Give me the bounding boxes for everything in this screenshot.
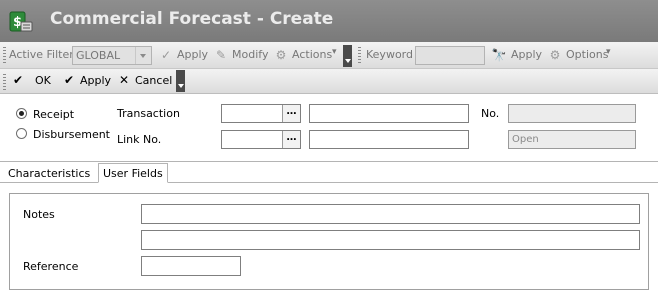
ok-check-icon: ✔ — [13, 73, 24, 87]
keyword-apply-button[interactable]: Apply — [511, 48, 542, 61]
cancel-x-icon: ✕ — [119, 73, 130, 87]
filter-toolbar: Active Filter GLOBAL ✓ Apply ✎ Modify ⚙ … — [0, 42, 658, 69]
filter-apply-icon: ✓ — [160, 48, 172, 62]
options-gear-icon: ⚙ — [549, 48, 561, 62]
toolbar-grip[interactable] — [3, 47, 6, 63]
disbursement-label: Disbursement — [33, 128, 110, 141]
transaction-label: Transaction — [117, 107, 180, 120]
no-label: No. — [481, 107, 500, 120]
actions-toolbar: ✔ OK ✔ Apply ✕ Cancel — [0, 69, 658, 94]
notes-label: Notes — [23, 208, 55, 221]
tab-user-fields[interactable]: User Fields — [98, 163, 168, 183]
number-field — [508, 104, 636, 123]
active-filter-value: GLOBAL — [76, 49, 121, 62]
options-chevron-icon: ▾ — [606, 47, 611, 57]
toolbar-overflow-button[interactable] — [176, 70, 185, 92]
toolbar-grip[interactable] — [358, 47, 361, 63]
options-menu-button[interactable]: Options — [566, 48, 608, 61]
active-filter-select[interactable]: GLOBAL — [72, 46, 152, 65]
disbursement-radio[interactable] — [16, 128, 27, 139]
reference-label: Reference — [23, 260, 79, 273]
ellipsis-lookup-button[interactable]: … — [282, 105, 300, 122]
chevron-down-icon — [135, 47, 151, 64]
modify-button[interactable]: Modify — [232, 48, 268, 61]
apply-button[interactable]: Apply — [80, 74, 111, 87]
link-no-label: Link No. — [117, 133, 162, 146]
transaction-description-input[interactable] — [309, 104, 469, 123]
binoculars-icon: 🔭 — [491, 48, 507, 62]
link-no-input[interactable]: … — [221, 130, 301, 149]
transaction-code-input[interactable]: … — [221, 104, 301, 123]
actions-chevron-icon: ▾ — [332, 47, 337, 57]
notes-input-line-1[interactable] — [141, 204, 640, 224]
keyword-input[interactable] — [415, 46, 485, 65]
filter-apply-button[interactable]: Apply — [177, 48, 208, 61]
title-bar: $ Commercial Forecast - Create — [0, 0, 658, 42]
window-title: Commercial Forecast - Create — [50, 9, 334, 29]
cash-dollar-icon: $ — [9, 9, 33, 33]
receipt-radio[interactable] — [16, 108, 27, 119]
actions-menu-button[interactable]: Actions — [292, 48, 332, 61]
tab-characteristics[interactable]: Characteristics — [4, 164, 94, 184]
notes-input-line-2[interactable] — [141, 230, 640, 250]
divider — [0, 161, 658, 162]
status-field: Open — [508, 130, 636, 149]
modify-icon: ✎ — [215, 48, 227, 62]
apply-check-icon: ✔ — [64, 73, 75, 87]
reference-input[interactable] — [141, 256, 241, 276]
link-description-input[interactable] — [309, 130, 469, 149]
receipt-label: Receipt — [33, 108, 75, 121]
ok-button[interactable]: OK — [35, 74, 51, 87]
cancel-button[interactable]: Cancel — [135, 74, 172, 87]
gear-icon: ⚙ — [275, 48, 287, 62]
active-filter-label: Active Filter — [9, 48, 74, 61]
keyword-label: Keyword — [366, 48, 413, 61]
ellipsis-lookup-button[interactable]: … — [282, 131, 300, 148]
toolbar-grip[interactable] — [3, 74, 6, 90]
toolbar-overflow-button[interactable] — [343, 45, 352, 67]
